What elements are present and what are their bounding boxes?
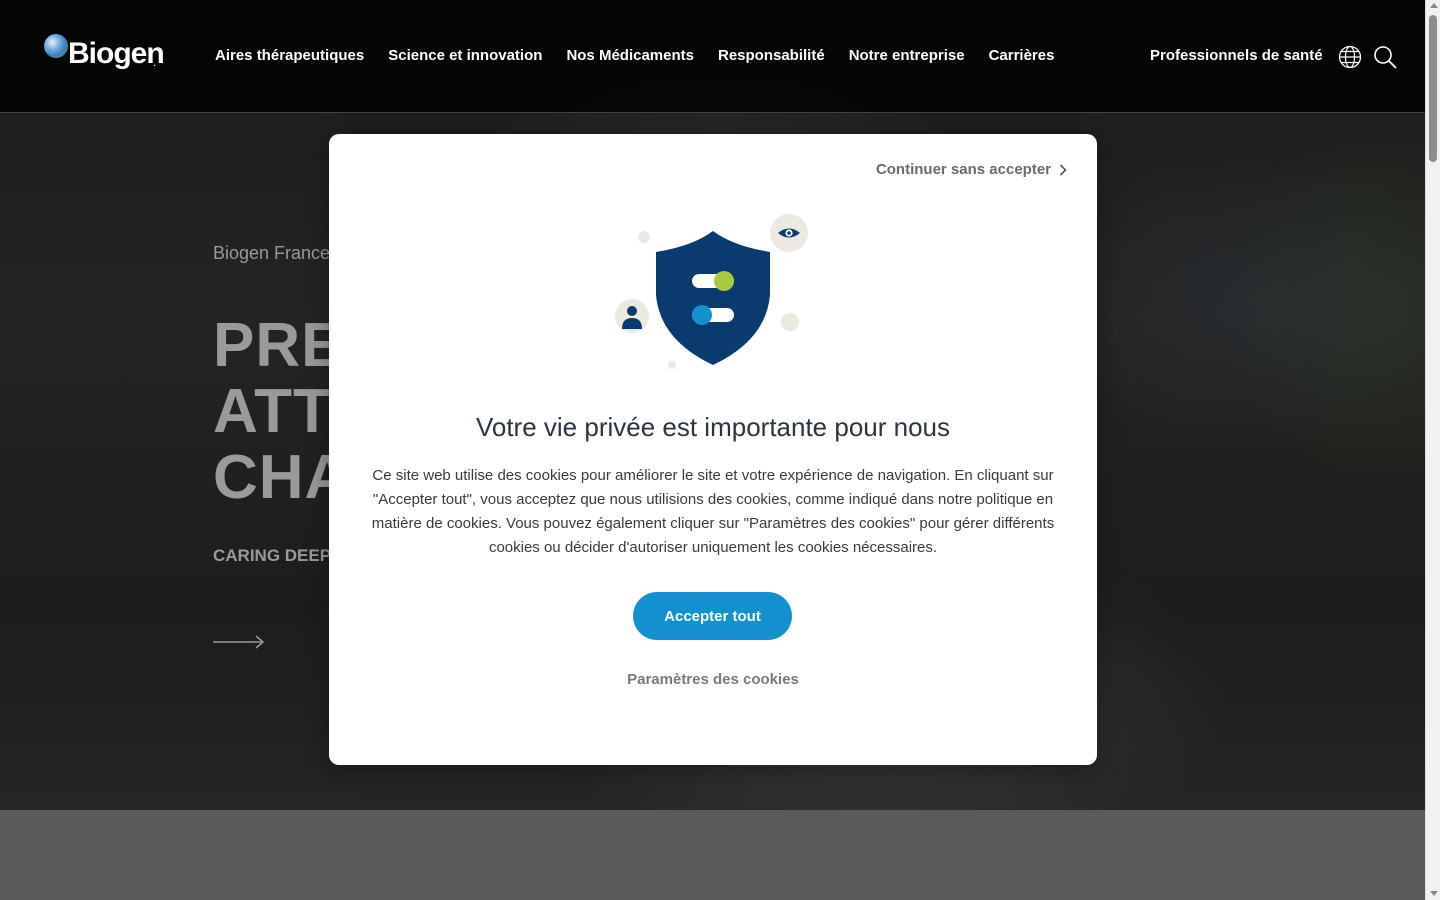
continue-without-accepting-label: Continuer sans accepter: [875, 161, 1051, 178]
scroll-thumb[interactable]: [1429, 15, 1437, 162]
menu-item-aires-therapeutiques[interactable]: Aires thérapeutiques: [215, 47, 364, 64]
privacy-shield-illustration: [615, 214, 808, 369]
privacy-shield-icon: [656, 231, 770, 365]
hero-eyebrow: Biogen France: [213, 243, 331, 263]
professionals-link[interactable]: Professionnels de santé: [1150, 47, 1323, 64]
continue-without-accepting-link[interactable]: Continuer sans accepter: [876, 161, 1067, 178]
user-icon: [615, 299, 649, 333]
menu-item-responsabilite[interactable]: Responsabilité: [718, 47, 825, 64]
chevron-right-icon: [1059, 163, 1067, 176]
biogen-logo[interactable]: Biogen .: [44, 33, 174, 75]
arrow-right-icon[interactable]: [213, 635, 265, 649]
top-navigation: Biogen . Aires thérapeutiques Science et…: [0, 0, 1425, 113]
menu-item-notre-entreprise[interactable]: Notre entreprise: [849, 47, 965, 64]
page-scrollbar[interactable]: [1425, 0, 1440, 900]
search-icon[interactable]: [1373, 45, 1397, 69]
menu-item-science-innovation[interactable]: Science et innovation: [388, 47, 542, 64]
scroll-down-arrow-icon[interactable]: [1429, 891, 1438, 896]
cookie-consent-dialog: Continuer sans accepter Votre vie privée…: [329, 134, 1097, 765]
globe-icon[interactable]: [1338, 45, 1362, 69]
next-section: [0, 810, 1425, 900]
cookie-settings-link[interactable]: Paramètres des cookies: [329, 671, 1097, 688]
menu-item-carrieres[interactable]: Carrières: [989, 47, 1055, 64]
logo-globe-icon: [44, 34, 68, 58]
main-menu: Aires thérapeutiques Science et innovati…: [215, 47, 1054, 64]
menu-item-nos-medicaments[interactable]: Nos Médicaments: [566, 47, 694, 64]
dialog-title: Votre vie privée est importante pour nou…: [475, 412, 951, 442]
logo-suffix: .: [153, 55, 157, 69]
logo-text: Biogen: [68, 37, 165, 70]
dialog-body-text: Ce site web utilise des cookies pour amé…: [371, 467, 1055, 556]
accept-all-button[interactable]: Accepter tout: [633, 592, 792, 640]
eye-icon: [770, 214, 808, 252]
scroll-up-arrow-icon[interactable]: [1429, 3, 1438, 8]
hero-subtitle: CARING DEEPL: [213, 546, 342, 565]
